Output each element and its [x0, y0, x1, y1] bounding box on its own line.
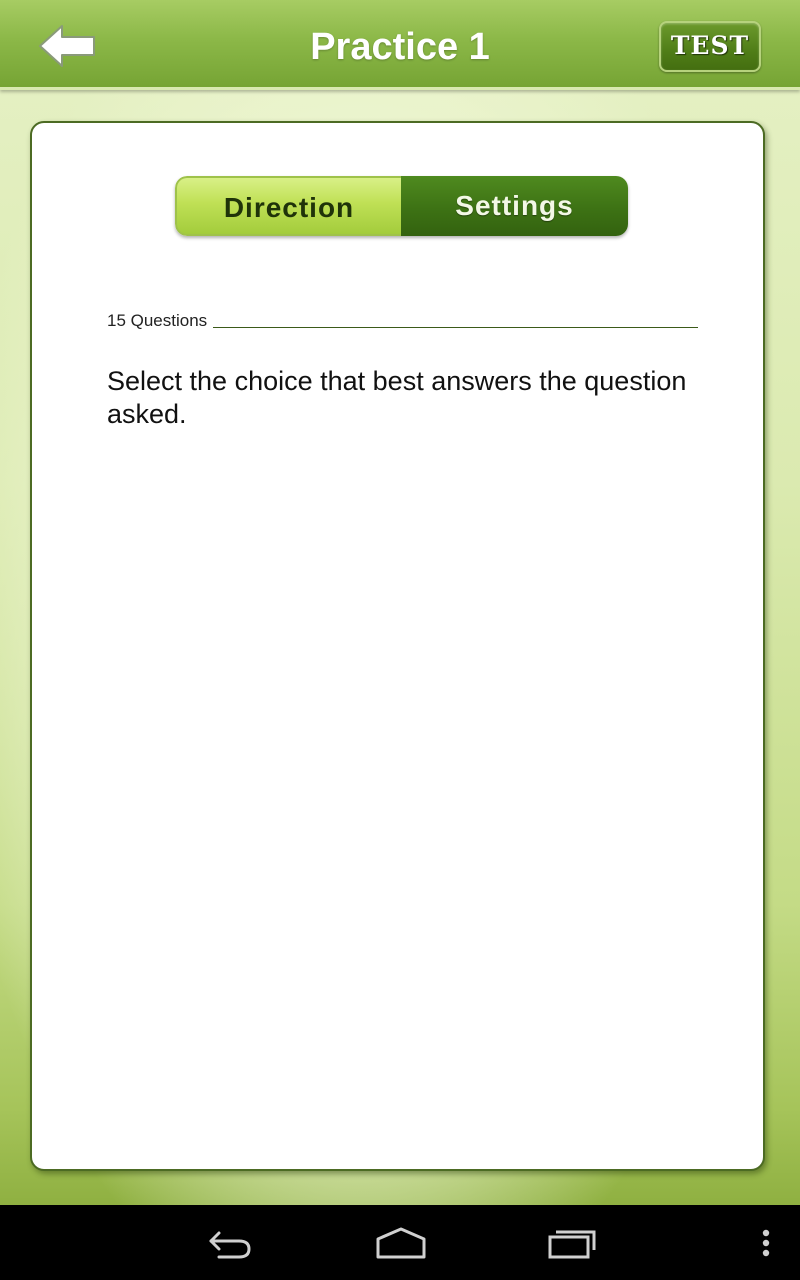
nav-recent-button[interactable]: [546, 1223, 598, 1267]
app-header: Practice 1 TEST: [0, 0, 800, 90]
system-nav-bar: [0, 1205, 800, 1280]
home-icon: [376, 1227, 426, 1259]
tab-settings[interactable]: Settings: [401, 176, 628, 236]
overflow-menu-icon: [762, 1229, 770, 1257]
tab-direction[interactable]: Direction: [175, 176, 401, 236]
question-count-row: 15 Questions: [107, 310, 698, 334]
tab-bar: Direction Settings: [175, 176, 628, 236]
recent-apps-icon: [548, 1230, 596, 1259]
nav-menu-button[interactable]: [756, 1223, 776, 1267]
nav-back-button[interactable]: [205, 1223, 255, 1267]
question-count: 15 Questions: [107, 310, 214, 332]
direction-text: Select the choice that best answers the …: [107, 366, 687, 429]
content-card: Direction Settings 15 Questions Select t…: [30, 121, 765, 1171]
back-icon: [209, 1231, 251, 1259]
nav-home-button[interactable]: [374, 1223, 428, 1267]
test-button[interactable]: TEST: [659, 21, 761, 72]
